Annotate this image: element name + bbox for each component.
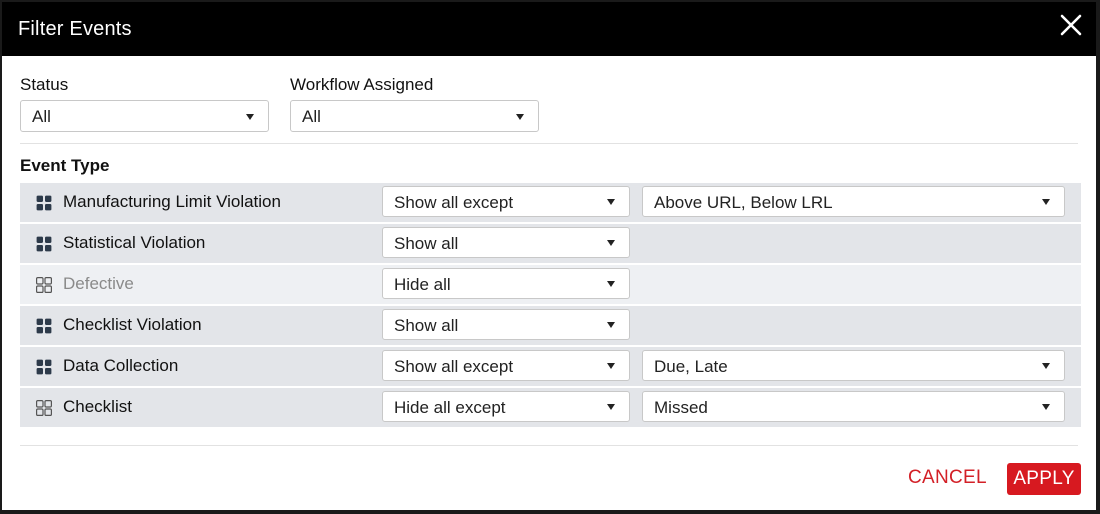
chevron-down-icon [1042, 199, 1050, 205]
event-type-row: Checklist Hide all except Missed [20, 388, 1081, 427]
event-type-name: Checklist [63, 397, 132, 416]
event-type-name: Checklist Violation [63, 315, 202, 334]
event-type-name: Manufacturing Limit Violation [63, 192, 281, 211]
filter-events-dialog: Filter Events Status All Workflow Assign… [0, 0, 1100, 514]
grid-filled-icon [36, 195, 52, 211]
workflow-select-value: All [302, 107, 321, 126]
event-mode-value: Hide all [394, 275, 451, 294]
status-select-value: All [32, 107, 51, 126]
event-mode-select[interactable]: Show all except [382, 350, 630, 381]
cancel-button[interactable]: CANCEL [908, 467, 987, 491]
grid-outline-icon [36, 400, 53, 417]
chevron-down-icon [607, 281, 615, 287]
close-icon[interactable] [1058, 12, 1084, 38]
event-mode-value: Show all [394, 234, 459, 253]
event-detail-select[interactable]: Above URL, Below LRL [642, 186, 1065, 217]
event-type-name: Data Collection [63, 356, 179, 375]
event-mode-select[interactable]: Show all except [382, 186, 630, 217]
status-select[interactable]: All [20, 100, 269, 132]
event-mode-value: Show all except [394, 193, 514, 212]
chevron-down-icon [607, 322, 615, 328]
chevron-down-icon [607, 199, 615, 205]
chevron-down-icon [1042, 404, 1050, 410]
event-mode-select[interactable]: Hide all [382, 268, 630, 299]
event-detail-value: Above URL, Below LRL [654, 193, 833, 212]
event-mode-value: Hide all except [394, 398, 506, 417]
event-type-row: Manufacturing Limit Violation Show all ex… [20, 183, 1081, 222]
dialog-title: Filter Events [18, 18, 132, 40]
event-detail-select[interactable]: Due, Late [642, 350, 1065, 381]
grid-filled-icon [36, 359, 52, 375]
grid-filled-icon [36, 318, 52, 334]
grid-filled-icon [36, 236, 52, 252]
event-mode-value: Show all except [394, 357, 514, 376]
event-detail-value: Missed [654, 398, 708, 417]
chevron-down-icon [607, 240, 615, 246]
footer-divider [20, 445, 1078, 446]
event-type-row: Statistical Violation Show all [20, 224, 1081, 263]
chevron-down-icon [607, 404, 615, 410]
grid-outline-icon [36, 277, 53, 294]
divider [20, 143, 1078, 144]
chevron-down-icon [1042, 363, 1050, 369]
event-mode-select[interactable]: Show all [382, 227, 630, 258]
event-detail-value: Due, Late [654, 357, 728, 376]
event-type-name: Defective [63, 274, 134, 293]
event-detail-select[interactable]: Missed [642, 391, 1065, 422]
event-mode-select[interactable]: Hide all except [382, 391, 630, 422]
event-mode-value: Show all [394, 316, 459, 335]
event-type-row: Defective Hide all [20, 265, 1081, 304]
dialog-titlebar: Filter Events [2, 2, 1096, 56]
event-type-row: Data Collection Show all except Due, Late [20, 347, 1081, 386]
chevron-down-icon [607, 363, 615, 369]
event-type-list: Manufacturing Limit Violation Show all ex… [20, 183, 1081, 429]
workflow-assigned-select[interactable]: All [290, 100, 539, 132]
event-type-heading: Event Type [20, 156, 110, 175]
workflow-assigned-label: Workflow Assigned [290, 75, 434, 94]
chevron-down-icon [246, 114, 254, 120]
status-label: Status [20, 75, 69, 94]
event-mode-select[interactable]: Show all [382, 309, 630, 340]
event-type-name: Statistical Violation [63, 233, 206, 252]
event-type-row: Checklist Violation Show all [20, 306, 1081, 345]
chevron-down-icon [516, 114, 524, 120]
apply-button[interactable]: APPLY [1007, 463, 1081, 495]
